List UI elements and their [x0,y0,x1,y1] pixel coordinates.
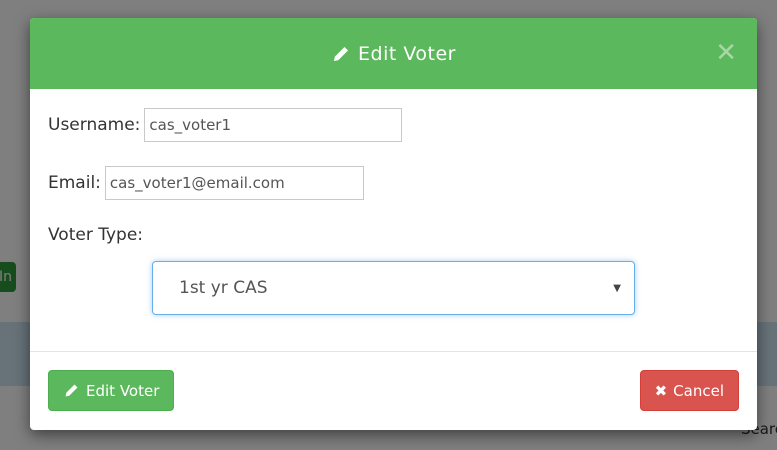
email-label: Email: [48,173,101,193]
email-row: Email: [48,166,739,200]
modal-body: Username: Email: Voter Type: 1st yr CAS … [30,89,757,370]
username-label: Username: [48,115,141,135]
close-icon[interactable]: ✕ [715,40,737,66]
edit-voter-modal: Edit Voter ✕ Username: Email: Voter Type… [30,18,757,430]
modal-header: Edit Voter ✕ [30,18,757,89]
voter-type-select[interactable]: 1st yr CAS ▼ [152,261,635,315]
email-input[interactable] [104,166,364,200]
username-row: Username: [48,108,739,142]
pencil-icon [63,382,80,399]
voter-type-label: Voter Type: [48,225,144,245]
cancel-button-label: Cancel [673,381,724,400]
edit-voter-button-label: Edit Voter [86,381,160,400]
edit-voter-button[interactable]: Edit Voter [48,370,175,411]
modal-title: Edit Voter [331,43,456,65]
voter-type-selected-value: 1st yr CAS [179,278,268,298]
cancel-button[interactable]: ✖ Cancel [639,370,739,411]
modal-footer: Edit Voter ✖ Cancel [30,351,757,430]
chevron-down-icon: ▼ [613,282,621,294]
username-input[interactable] [144,108,403,142]
times-icon: ✖ [654,381,668,400]
pencil-icon [331,44,351,64]
modal-title-text: Edit Voter [358,42,456,65]
